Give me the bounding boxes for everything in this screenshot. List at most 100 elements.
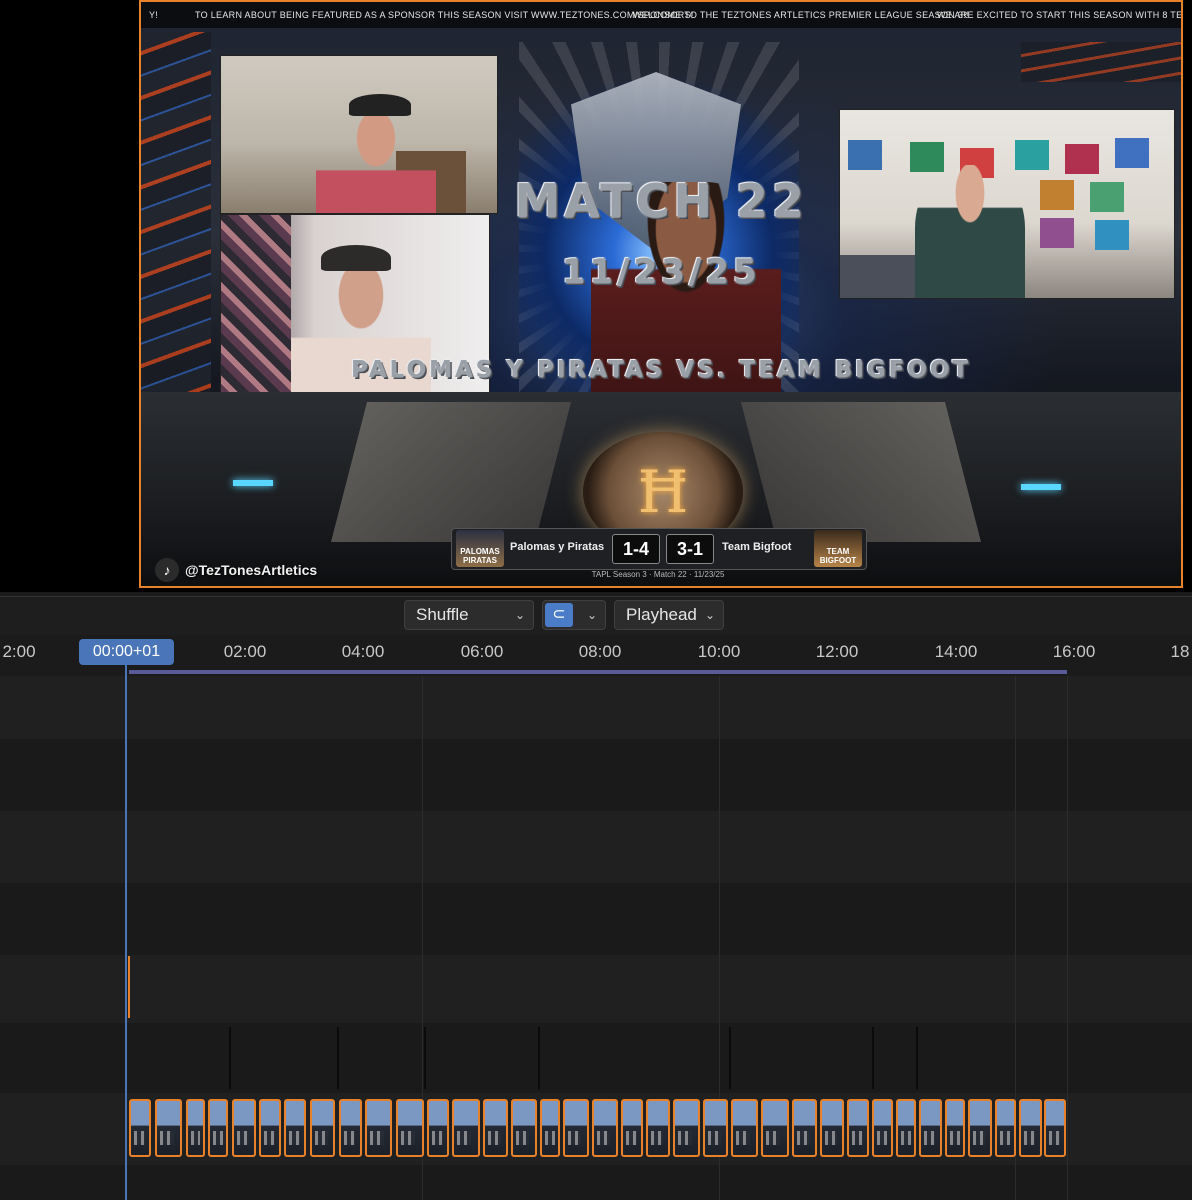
audio-strip[interactable]	[128, 956, 130, 1018]
track-row[interactable]	[0, 676, 1192, 748]
video-clip[interactable]	[896, 1099, 916, 1157]
chevron-down-icon[interactable]: ⌄	[587, 601, 597, 629]
ruler-tick: 06:00	[460, 642, 504, 661]
video-clip[interactable]	[259, 1099, 281, 1157]
playhead[interactable]	[125, 665, 127, 1200]
preview-area: Y! TO LEARN ABOUT BEING FEATURED AS A SP…	[0, 0, 1192, 592]
light-bar	[1021, 484, 1061, 490]
video-clip[interactable]	[284, 1099, 306, 1157]
video-clip[interactable]	[540, 1099, 560, 1157]
artwork	[1115, 138, 1149, 168]
video-clip[interactable]	[232, 1099, 256, 1157]
ruler-tick: 18	[1170, 642, 1190, 661]
pivot-label: Playhead	[626, 605, 697, 624]
artwork	[1065, 144, 1099, 174]
video-clip[interactable]	[820, 1099, 844, 1157]
snapping-toggle[interactable]: ⊂ ⌄	[542, 600, 606, 630]
playhead-time-label[interactable]: 00:00+01	[79, 639, 174, 665]
team-a-score: 1-4	[612, 534, 660, 564]
grid-line	[1067, 676, 1068, 1200]
edit-mode-label: Shuffle	[416, 605, 469, 624]
ticker-segment: WE ARE EXCITED TO START THIS SEASON WITH…	[937, 10, 1181, 20]
matchup-title: PALOMAS Y PIRATAS VS. TEAM BIGFOOT	[351, 357, 971, 383]
video-clip[interactable]	[945, 1099, 965, 1157]
video-clip[interactable]	[483, 1099, 508, 1157]
video-clip[interactable]	[968, 1099, 992, 1157]
ticker-segment: Y!	[149, 10, 159, 20]
video-clip[interactable]	[847, 1099, 869, 1157]
video-clip[interactable]	[761, 1099, 789, 1157]
team-b-name: Team Bigfoot	[722, 541, 792, 553]
ruler-tick: 2:00	[2, 642, 36, 661]
team-b-score: 3-1	[666, 534, 714, 564]
ticker-segment: WELCOME TO THE TEZTONES ARTLETICS PREMIE…	[633, 10, 969, 20]
team-logo-palomas: PALOMAS PIRATAS	[456, 530, 504, 567]
video-clip[interactable]	[186, 1099, 205, 1157]
video-clip[interactable]	[563, 1099, 589, 1157]
video-clip[interactable]	[621, 1099, 643, 1157]
cut-marker	[229, 1027, 231, 1089]
video-clip[interactable]	[511, 1099, 537, 1157]
video-clip[interactable]	[731, 1099, 758, 1157]
ticker-segment: TO LEARN ABOUT BEING FEATURED AS A SPONS…	[195, 10, 694, 20]
video-clip[interactable]	[396, 1099, 424, 1157]
cap	[349, 94, 411, 116]
video-clip[interactable]	[646, 1099, 670, 1157]
track-row[interactable]	[0, 1165, 1192, 1200]
light-bar	[233, 480, 273, 486]
video-clip[interactable]	[673, 1099, 700, 1157]
magnet-icon[interactable]: ⊂	[545, 603, 573, 627]
tiktok-icon: ♪	[155, 558, 179, 582]
video-clip[interactable]	[208, 1099, 228, 1157]
artwork	[910, 142, 944, 172]
video-clip[interactable]	[919, 1099, 942, 1157]
scoreboard: PALOMAS PIRATAS Palomas y Piratas 1-4 3-…	[451, 528, 867, 570]
video-clip[interactable]	[155, 1099, 182, 1157]
video-clip[interactable]	[129, 1099, 151, 1157]
match-title: MATCH 22	[514, 174, 808, 228]
ruler-tick: 12:00	[815, 642, 859, 661]
track-row[interactable]	[0, 883, 1192, 955]
timeline-toolbar: Shuffle ⌄ ⊂ ⌄ Playhead ⌄	[0, 596, 1192, 635]
video-clip[interactable]	[427, 1099, 449, 1157]
ruler-tick: 14:00	[934, 642, 978, 661]
track-row[interactable]	[0, 739, 1192, 811]
video-clip[interactable]	[310, 1099, 335, 1157]
frame-range-bar	[129, 670, 1067, 674]
news-ticker: Y! TO LEARN ABOUT BEING FEATURED AS A SP…	[141, 2, 1181, 28]
track-row[interactable]	[0, 955, 1192, 1027]
video-clip[interactable]	[339, 1099, 362, 1157]
desk-panel	[741, 402, 981, 542]
video-preview[interactable]: Y! TO LEARN ABOUT BEING FEATURED AS A SP…	[139, 0, 1183, 588]
ruler-tick: 02:00	[223, 642, 267, 661]
video-clip[interactable]	[365, 1099, 392, 1157]
ruler-tick: 10:00	[697, 642, 741, 661]
video-clip[interactable]	[452, 1099, 480, 1157]
edit-mode-dropdown[interactable]: Shuffle ⌄	[404, 600, 534, 630]
social-handle: @TezTonesArtletics	[185, 562, 318, 578]
pivot-dropdown[interactable]: Playhead ⌄	[614, 600, 724, 630]
video-clip[interactable]	[995, 1099, 1016, 1157]
cut-marker	[729, 1027, 731, 1089]
video-clip[interactable]	[592, 1099, 618, 1157]
cut-marker	[538, 1027, 540, 1089]
chevron-down-icon: ⌄	[704, 608, 715, 622]
desk-panel	[331, 402, 571, 542]
artwork	[1015, 140, 1049, 170]
cut-marker	[424, 1027, 426, 1089]
cut-marker	[872, 1027, 874, 1089]
set-decoration	[1021, 42, 1181, 82]
scoreboard-subline: TAPL Season 3 · Match 22 · 11/23/25	[591, 570, 725, 579]
video-clip[interactable]	[1044, 1099, 1066, 1157]
chevron-down-icon: ⌄	[514, 608, 525, 622]
match-date: 11/23/25	[561, 252, 761, 292]
video-clip[interactable]	[703, 1099, 728, 1157]
time-ruler[interactable]: 2:00 02:00 04:00 06:00 08:00 10:00 12:00…	[0, 636, 1192, 668]
video-clip[interactable]	[872, 1099, 893, 1157]
ruler-tick: 04:00	[341, 642, 385, 661]
track-row[interactable]	[0, 811, 1192, 883]
video-clip[interactable]	[792, 1099, 817, 1157]
track-row[interactable]	[0, 1023, 1192, 1095]
video-clip[interactable]	[1019, 1099, 1042, 1157]
team-a-name: Palomas y Piratas	[510, 541, 605, 553]
